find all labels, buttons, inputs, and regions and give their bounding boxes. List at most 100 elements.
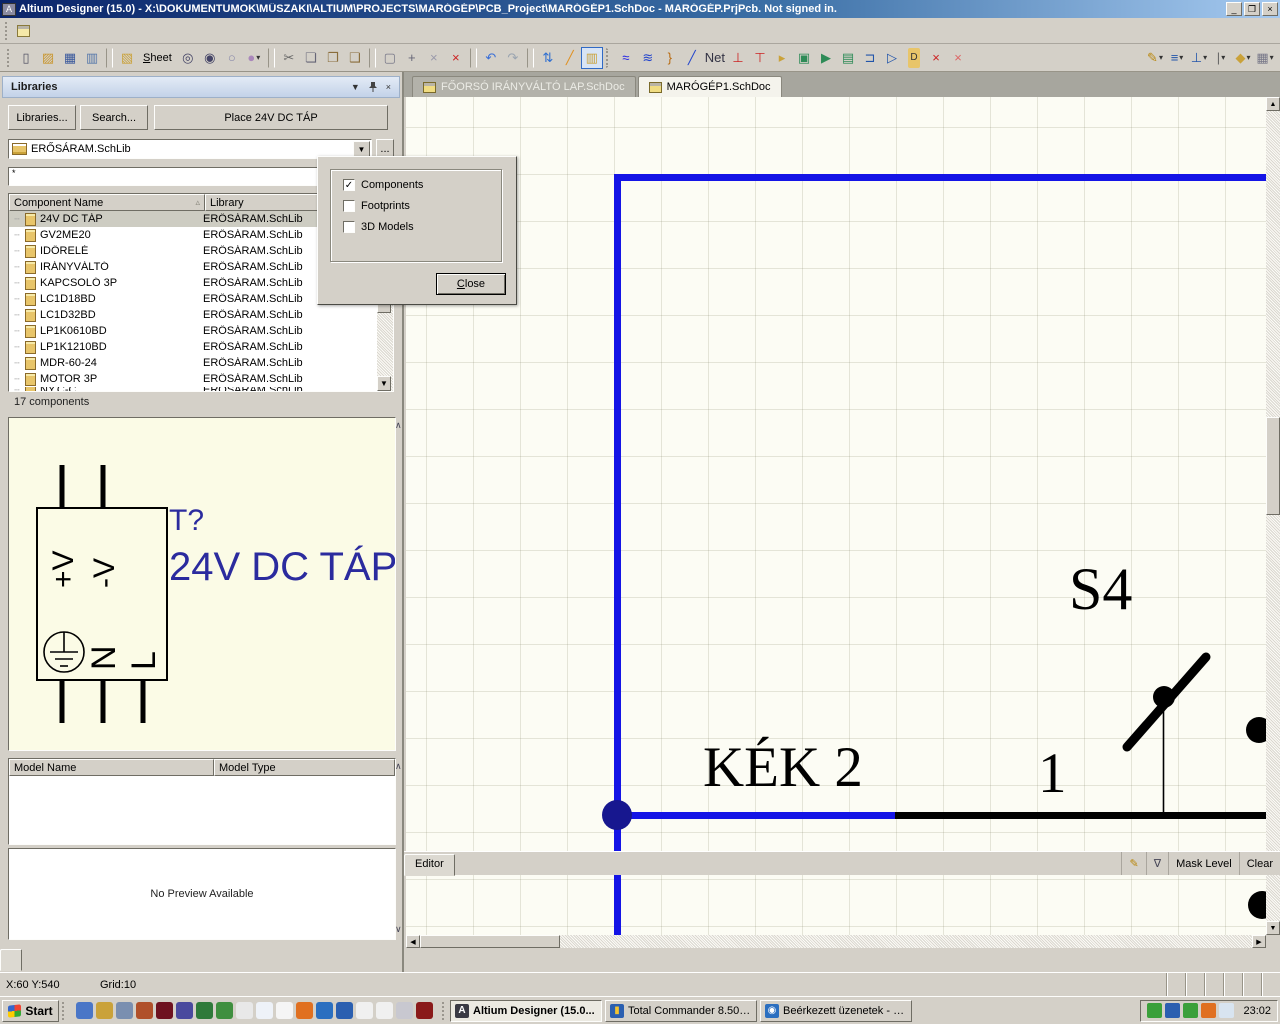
toolbar-separator[interactable]: ▾ [469, 47, 477, 68]
harness-connector-icon[interactable]: ⊐▾ [859, 47, 881, 69]
pin-number-label[interactable]: 1 [1038, 745, 1067, 802]
wand-icon[interactable]: ╱▾ [559, 47, 581, 69]
menu-simulator[interactable] [162, 28, 178, 34]
ie-icon[interactable] [1219, 1003, 1235, 1018]
google-icon[interactable] [276, 1002, 293, 1019]
LP1K0610BD[interactable]: ┄ LP1K0610BD ERŐSÁRAM.SchLib [9, 323, 393, 339]
menu-file[interactable] [50, 28, 66, 34]
schematic-canvas[interactable]: KÉK 2 1 S4 [406, 97, 1266, 935]
clipped-symbol-dot[interactable] [1246, 717, 1266, 743]
redo-icon[interactable]: ↷▾ [502, 47, 524, 69]
MDR-60-24[interactable]: ┄ MDR-60-24 ERŐSÁRAM.SchLib [9, 355, 393, 371]
place-part-icon[interactable]: ▸▾ [771, 47, 793, 69]
doc-tab-foorso[interactable]: FŐORSÓ IRÁNYVÁLTÓ LAP.SchDoc [412, 76, 636, 97]
select-area-icon[interactable]: ▢▾ [379, 47, 401, 69]
document-icon[interactable] [17, 24, 30, 37]
menu-help[interactable] [210, 28, 226, 34]
outlook-icon[interactable] [76, 1002, 93, 1019]
menu-edit[interactable] [66, 28, 82, 34]
power-sources-icon[interactable]: ⊥ ▾ [1188, 47, 1210, 69]
zoom-selection-icon[interactable]: ○▾ [221, 47, 243, 69]
scheduler-icon[interactable] [1165, 1003, 1181, 1018]
vertical-scrollbar[interactable]: ▲ ▼ [1266, 97, 1280, 935]
scrollbar-thumb[interactable] [1266, 417, 1280, 515]
downloader-icon[interactable] [416, 1002, 433, 1019]
scroll-right-icon[interactable]: ▶ [1252, 935, 1266, 948]
checkbox-components[interactable]: Components [343, 179, 501, 191]
port-icon[interactable]: D▾ [903, 47, 925, 69]
menu-dxp[interactable] [34, 28, 50, 34]
scroll-up-icon[interactable]: ▲ [1266, 97, 1280, 111]
menu-design[interactable] [130, 28, 146, 34]
panel-button-design-compiler[interactable] [1185, 973, 1204, 996]
g-browser-icon[interactable] [256, 1002, 273, 1019]
panel-button-more[interactable] [1261, 973, 1280, 996]
gnd-port-icon[interactable]: ⊥▾ [727, 47, 749, 69]
task-altium[interactable]: A Altium Designer (15.0... [450, 999, 602, 1022]
column-model-name[interactable]: Model Name [9, 759, 214, 776]
bus-icon[interactable]: ≋▾ [637, 47, 659, 69]
bus-entry-icon[interactable]: ╱▾ [681, 47, 703, 69]
part-tools-icon[interactable]: ◆ ▾ [1232, 47, 1254, 69]
panel-button-shortcuts[interactable] [1242, 973, 1261, 996]
tab-libraries[interactable] [0, 949, 22, 971]
panel-button-sch[interactable] [1204, 973, 1223, 996]
scroll-left-icon[interactable]: ◀ [406, 935, 420, 948]
toolbar-grip[interactable] [7, 48, 12, 67]
word-icon[interactable] [356, 1002, 373, 1019]
wire-horizontal-blue[interactable] [614, 812, 895, 819]
new-document-icon[interactable]: ▯▾ [15, 47, 37, 69]
wire-horizontal-top[interactable] [614, 174, 1266, 181]
minimize-button[interactable]: _ [1226, 2, 1242, 16]
search-button[interactable]: Search... [80, 105, 148, 130]
MOTOR 3P[interactable]: ┄ MOTOR 3P ERŐSÁRAM.SchLib [9, 371, 393, 387]
n-app-icon[interactable] [156, 1002, 173, 1019]
zoom-dropdown-icon[interactable]: ● ▾ [243, 47, 265, 69]
pin-tools-icon[interactable]: | ▾ [1210, 47, 1232, 69]
no-erc-icon[interactable]: ×▾ [925, 47, 947, 69]
wire-icon[interactable]: ≈▾ [615, 47, 637, 69]
close-popup-button[interactable]: Close [436, 273, 506, 295]
task-mail[interactable]: ◉ Beérkezett üzenetek - g... [760, 999, 912, 1022]
clock-app-icon[interactable] [396, 1002, 413, 1019]
menu-project[interactable] [98, 28, 114, 34]
totalcmd-icon[interactable] [336, 1002, 353, 1019]
switch-symbol[interactable] [1106, 637, 1236, 827]
menu-reports[interactable] [178, 28, 194, 34]
paste-special-icon[interactable]: ❑▾ [344, 47, 366, 69]
toolbar-separator[interactable]: ▾ [106, 47, 113, 68]
zoom-fit-icon[interactable]: ◎▾ [177, 47, 199, 69]
panel-header[interactable]: Libraries ▼ × [2, 76, 400, 98]
LC1D32BD[interactable]: ┄ LC1D32BD ERŐSÁRAM.SchLib [9, 307, 393, 323]
paste-icon[interactable]: ❐▾ [322, 47, 344, 69]
cut-icon[interactable]: ✂▾ [278, 47, 300, 69]
messenger-icon[interactable] [1201, 1003, 1217, 1018]
undo-icon[interactable]: ↶▾ [480, 47, 502, 69]
deselect-all-icon[interactable]: ×▾ [423, 47, 445, 69]
mask-level-button[interactable]: Mask Level [1168, 852, 1239, 875]
maps-icon[interactable] [236, 1002, 253, 1019]
checkbox-icon[interactable] [343, 221, 355, 233]
harness-entry-icon[interactable]: ▷▾ [881, 47, 903, 69]
menu-grip[interactable] [5, 21, 10, 40]
splitter-down-icon[interactable]: ∨ [395, 924, 402, 935]
firefox-icon[interactable] [296, 1002, 313, 1019]
net-label-icon[interactable]: Net▾ [703, 47, 727, 69]
save-icon[interactable]: ▦▾ [59, 47, 81, 69]
net-label[interactable]: KÉK 2 [703, 739, 863, 796]
scrollbar-thumb[interactable] [420, 935, 560, 948]
mu-app-icon[interactable] [176, 1002, 193, 1019]
toolbar-separator[interactable]: ▾ [526, 47, 534, 68]
scroll-down-icon[interactable]: ▼ [1266, 921, 1280, 935]
toolbar-grip[interactable]: ▾ [605, 47, 612, 68]
splitter-up-icon[interactable]: ∧ [395, 761, 402, 772]
switch-designator-label[interactable]: S4 [1069, 559, 1132, 619]
task-total-commander[interactable]: ▮ Total Commander 8.50 - ... [605, 999, 757, 1022]
clear-filter-icon[interactable]: ×▾ [445, 47, 467, 69]
drawing-tools-icon[interactable]: ✎ ▾ [1144, 47, 1166, 69]
mail-notify-icon[interactable] [1147, 1003, 1163, 1018]
scroll-down-icon[interactable]: ▼ [377, 376, 391, 391]
print-preview-icon[interactable]: ▥▾ [81, 47, 103, 69]
menu-tools[interactable] [146, 28, 162, 34]
column-model-type[interactable]: Model Type [214, 759, 395, 776]
